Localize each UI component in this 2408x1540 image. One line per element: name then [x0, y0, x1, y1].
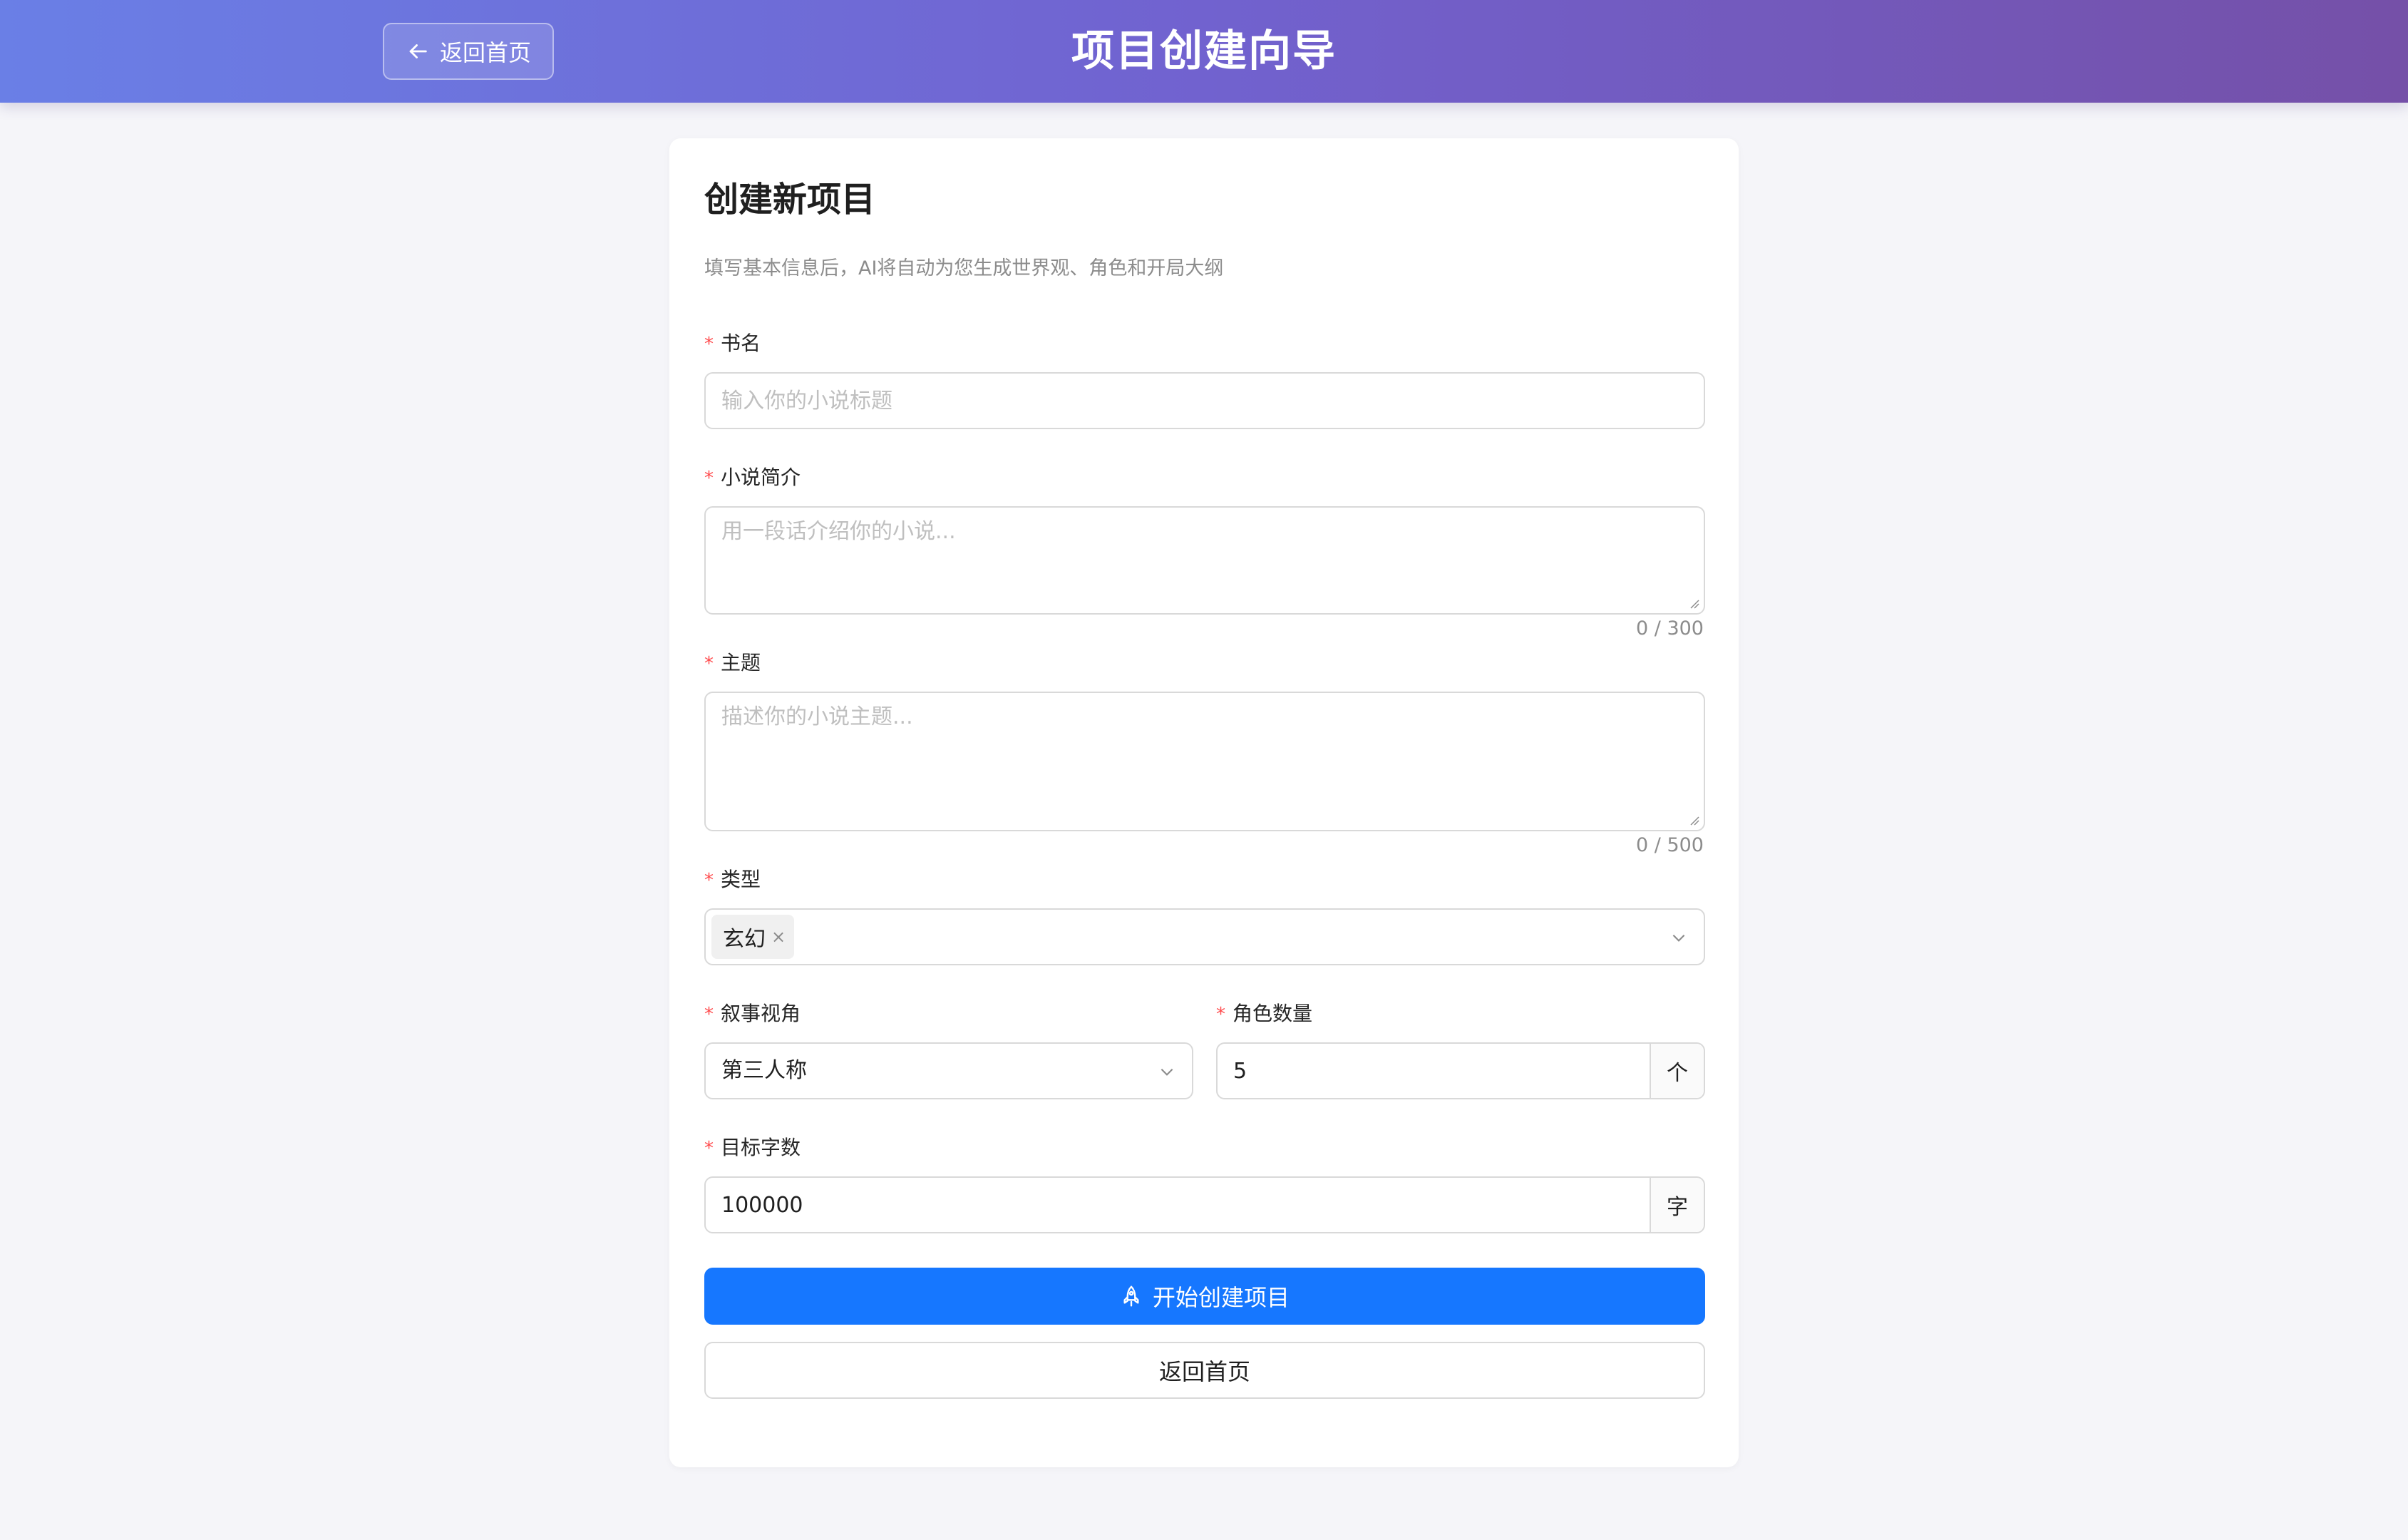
target-words-label-text: 目标字数 [721, 1136, 801, 1159]
theme-label-text: 主题 [721, 651, 761, 674]
character-count-label-text: 角色数量 [1233, 1002, 1313, 1025]
required-mark: * [704, 870, 714, 891]
theme-char-count: 0 / 500 [1636, 834, 1704, 856]
required-mark: * [704, 468, 714, 489]
chevron-down-icon [1161, 1068, 1173, 1076]
target-words-field: 字 [704, 1176, 1705, 1233]
required-mark: * [704, 1138, 714, 1159]
create-project-button[interactable]: 开始创建项目 [704, 1268, 1705, 1325]
perspective-label: * 叙事视角 [704, 998, 801, 1027]
theme-field [704, 692, 1705, 831]
genre-label-text: 类型 [721, 868, 761, 891]
resize-grip-icon[interactable] [1689, 599, 1699, 609]
resize-grip-icon[interactable] [1689, 816, 1699, 826]
create-project-label: 开始创建项目 [1152, 1284, 1290, 1311]
synopsis-field [704, 506, 1705, 615]
required-mark: * [1216, 1004, 1225, 1025]
genre-tag: 玄幻 × [711, 915, 795, 959]
character-count-label: * 角色数量 [1216, 998, 1312, 1027]
perspective-selected-value: 第三人称 [721, 1058, 807, 1083]
return-home-label: 返回首页 [1158, 1358, 1250, 1385]
rocket-icon [1123, 1285, 1139, 1307]
synopsis-label: * 小说简介 [704, 462, 801, 491]
theme-label: * 主题 [704, 647, 761, 676]
target-words-unit: 字 [1650, 1178, 1704, 1232]
book-name-input[interactable] [706, 374, 1704, 428]
book-name-label: * 书名 [704, 328, 761, 356]
character-count-input[interactable] [1218, 1044, 1650, 1098]
required-mark: * [704, 1004, 714, 1025]
app-header: 返回首页 项目创建向导 [0, 0, 2408, 103]
required-mark: * [704, 334, 714, 355]
card-description: 填写基本信息后，AI将自动为您生成世界观、角色和开局大纲 [704, 257, 1224, 279]
return-home-button[interactable]: 返回首页 [704, 1342, 1705, 1399]
page-title: 项目创建向导 [1071, 26, 1337, 76]
perspective-select[interactable]: 第三人称 [704, 1042, 1193, 1099]
genre-label: * 类型 [704, 864, 761, 893]
required-mark: * [704, 653, 714, 674]
synopsis-label-text: 小说简介 [721, 466, 801, 489]
character-count-field: 个 [1216, 1042, 1705, 1099]
perspective-label-text: 叙事视角 [721, 1002, 801, 1025]
character-count-unit: 个 [1650, 1044, 1704, 1098]
synopsis-textarea[interactable] [706, 508, 1704, 613]
genre-tag-label: 玄幻 [723, 927, 766, 952]
genre-multiselect[interactable]: 玄幻 × [704, 908, 1705, 965]
chevron-down-icon [1672, 934, 1685, 942]
synopsis-char-count: 0 / 300 [1636, 617, 1704, 640]
card-title: 创建新项目 [704, 180, 876, 220]
book-name-label-text: 书名 [721, 332, 761, 355]
theme-textarea[interactable] [706, 693, 1704, 830]
target-words-input[interactable] [706, 1178, 1650, 1232]
target-words-label: * 目标字数 [704, 1132, 801, 1161]
create-project-card: 创建新项目 填写基本信息后，AI将自动为您生成世界观、角色和开局大纲 * 书名 *… [669, 138, 1739, 1467]
book-name-field [704, 372, 1705, 429]
tag-close-icon[interactable]: × [771, 927, 786, 947]
